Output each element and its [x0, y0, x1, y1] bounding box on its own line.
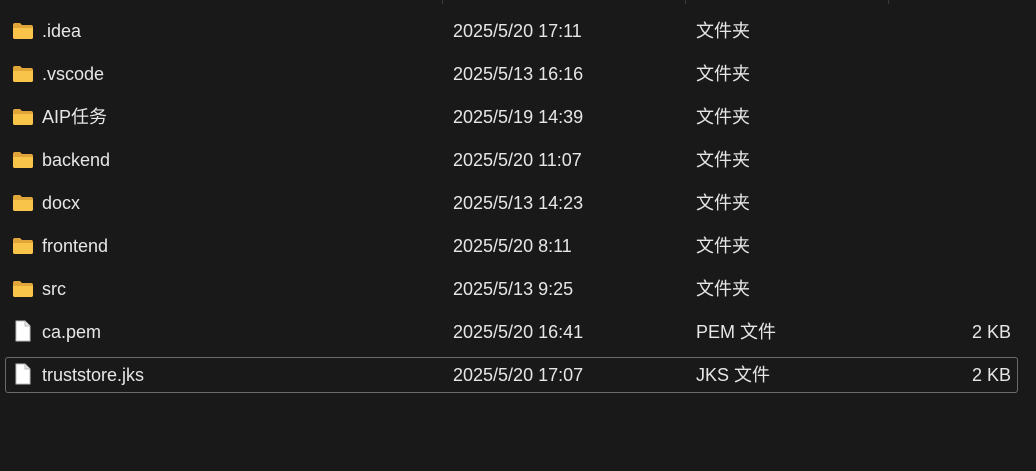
- file-name: frontend: [42, 236, 109, 256]
- file-name: .idea: [42, 21, 82, 41]
- file-row[interactable]: AIP任务 2025/5/19 14:39 文件夹: [5, 99, 1018, 135]
- file-row[interactable]: docx 2025/5/13 14:23 文件夹: [5, 185, 1018, 221]
- file-name: src: [42, 279, 66, 299]
- file-name: docx: [42, 193, 81, 213]
- file-size: 2 KB: [971, 365, 1011, 385]
- file-row-selected[interactable]: truststore.jks 2025/5/20 17:07 JKS 文件 2 …: [5, 357, 1018, 393]
- file-type: 文件夹: [696, 21, 750, 41]
- file-size: 2 KB: [971, 322, 1011, 342]
- file-list: .idea 2025/5/20 17:11 文件夹 .vscode 2025/5…: [0, 0, 1036, 471]
- file-row[interactable]: .idea 2025/5/20 17:11 文件夹: [5, 13, 1018, 49]
- folder-icon: [12, 108, 34, 126]
- file-name: AIP任务: [42, 107, 108, 127]
- file-name: backend: [42, 150, 111, 170]
- file-type: 文件夹: [696, 107, 750, 127]
- folder-icon: [12, 65, 34, 83]
- date-modified: 2025/5/13 14:23: [453, 193, 584, 213]
- folder-icon: [12, 194, 34, 212]
- date-modified: 2025/5/13 16:16: [453, 64, 584, 84]
- date-modified: 2025/5/20 16:41: [453, 322, 584, 342]
- folder-icon: [12, 237, 34, 255]
- folder-icon: [12, 151, 34, 169]
- file-name: ca.pem: [42, 322, 102, 342]
- file-row[interactable]: .vscode 2025/5/13 16:16 文件夹: [5, 56, 1018, 92]
- file-type: 文件夹: [696, 236, 750, 256]
- folder-icon: [12, 22, 34, 40]
- column-divider[interactable]: [442, 0, 443, 4]
- file-type: 文件夹: [696, 193, 750, 213]
- date-modified: 2025/5/19 14:39: [453, 107, 584, 127]
- file-name: .vscode: [42, 64, 105, 84]
- file-name: truststore.jks: [42, 365, 145, 385]
- file-type: 文件夹: [696, 64, 750, 84]
- file-type: PEM 文件: [696, 322, 777, 342]
- file-icon: [12, 363, 34, 385]
- date-modified: 2025/5/20 17:11: [453, 21, 582, 41]
- file-type: JKS 文件: [696, 365, 771, 385]
- file-icon: [12, 320, 34, 342]
- file-row[interactable]: backend 2025/5/20 11:07 文件夹: [5, 142, 1018, 178]
- file-type: 文件夹: [696, 150, 750, 170]
- column-divider[interactable]: [888, 0, 889, 4]
- date-modified: 2025/5/13 9:25: [453, 279, 574, 299]
- date-modified: 2025/5/20 11:07: [453, 150, 582, 170]
- file-row[interactable]: ca.pem 2025/5/20 16:41 PEM 文件 2 KB: [5, 314, 1018, 350]
- date-modified: 2025/5/20 17:07: [453, 365, 584, 385]
- file-type: 文件夹: [696, 279, 750, 299]
- date-modified: 2025/5/20 8:11: [453, 236, 572, 256]
- file-row[interactable]: frontend 2025/5/20 8:11 文件夹: [5, 228, 1018, 264]
- file-row[interactable]: src 2025/5/13 9:25 文件夹: [5, 271, 1018, 307]
- folder-icon: [12, 280, 34, 298]
- column-divider[interactable]: [685, 0, 686, 4]
